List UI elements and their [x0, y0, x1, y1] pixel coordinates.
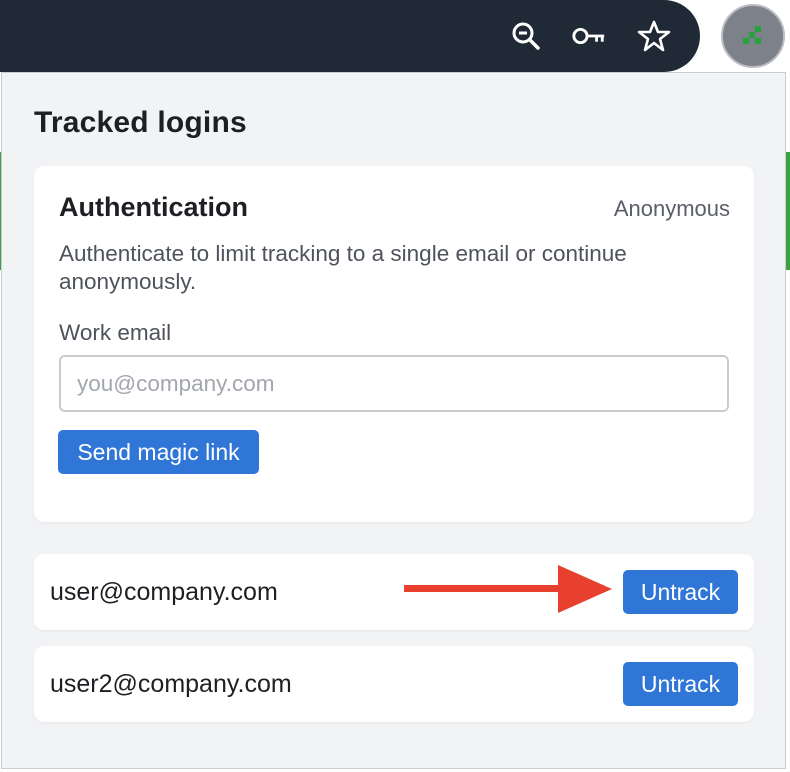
- authentication-card: Authentication Anonymous Authenticate to…: [34, 166, 754, 522]
- browser-toolbar: [0, 0, 790, 72]
- tracked-login-row: user2@company.com Untrack: [34, 646, 754, 722]
- annotation-arrow-icon: [402, 562, 614, 621]
- authentication-title: Authentication: [59, 192, 248, 222]
- work-email-label: Work email: [59, 320, 172, 345]
- authentication-description: Authenticate to limit tracking to a sing…: [59, 241, 627, 294]
- key-icon[interactable]: [571, 18, 607, 54]
- authentication-status: Anonymous: [613, 196, 730, 221]
- send-magic-link-button[interactable]: Send magic link: [58, 430, 259, 474]
- login-email: user2@company.com: [50, 670, 292, 698]
- untrack-button[interactable]: Untrack: [623, 570, 738, 614]
- page-background-strip: [786, 152, 790, 270]
- login-email: user@company.com: [50, 578, 278, 606]
- extension-icon[interactable]: [721, 4, 785, 68]
- untrack-button[interactable]: Untrack: [623, 662, 738, 706]
- bookmark-star-icon[interactable]: [636, 18, 672, 54]
- tracked-login-row: user@company.com Untrack: [34, 554, 754, 630]
- popup-title: Tracked logins: [34, 106, 247, 139]
- zoom-out-icon[interactable]: [508, 18, 544, 54]
- work-email-input[interactable]: [59, 355, 729, 412]
